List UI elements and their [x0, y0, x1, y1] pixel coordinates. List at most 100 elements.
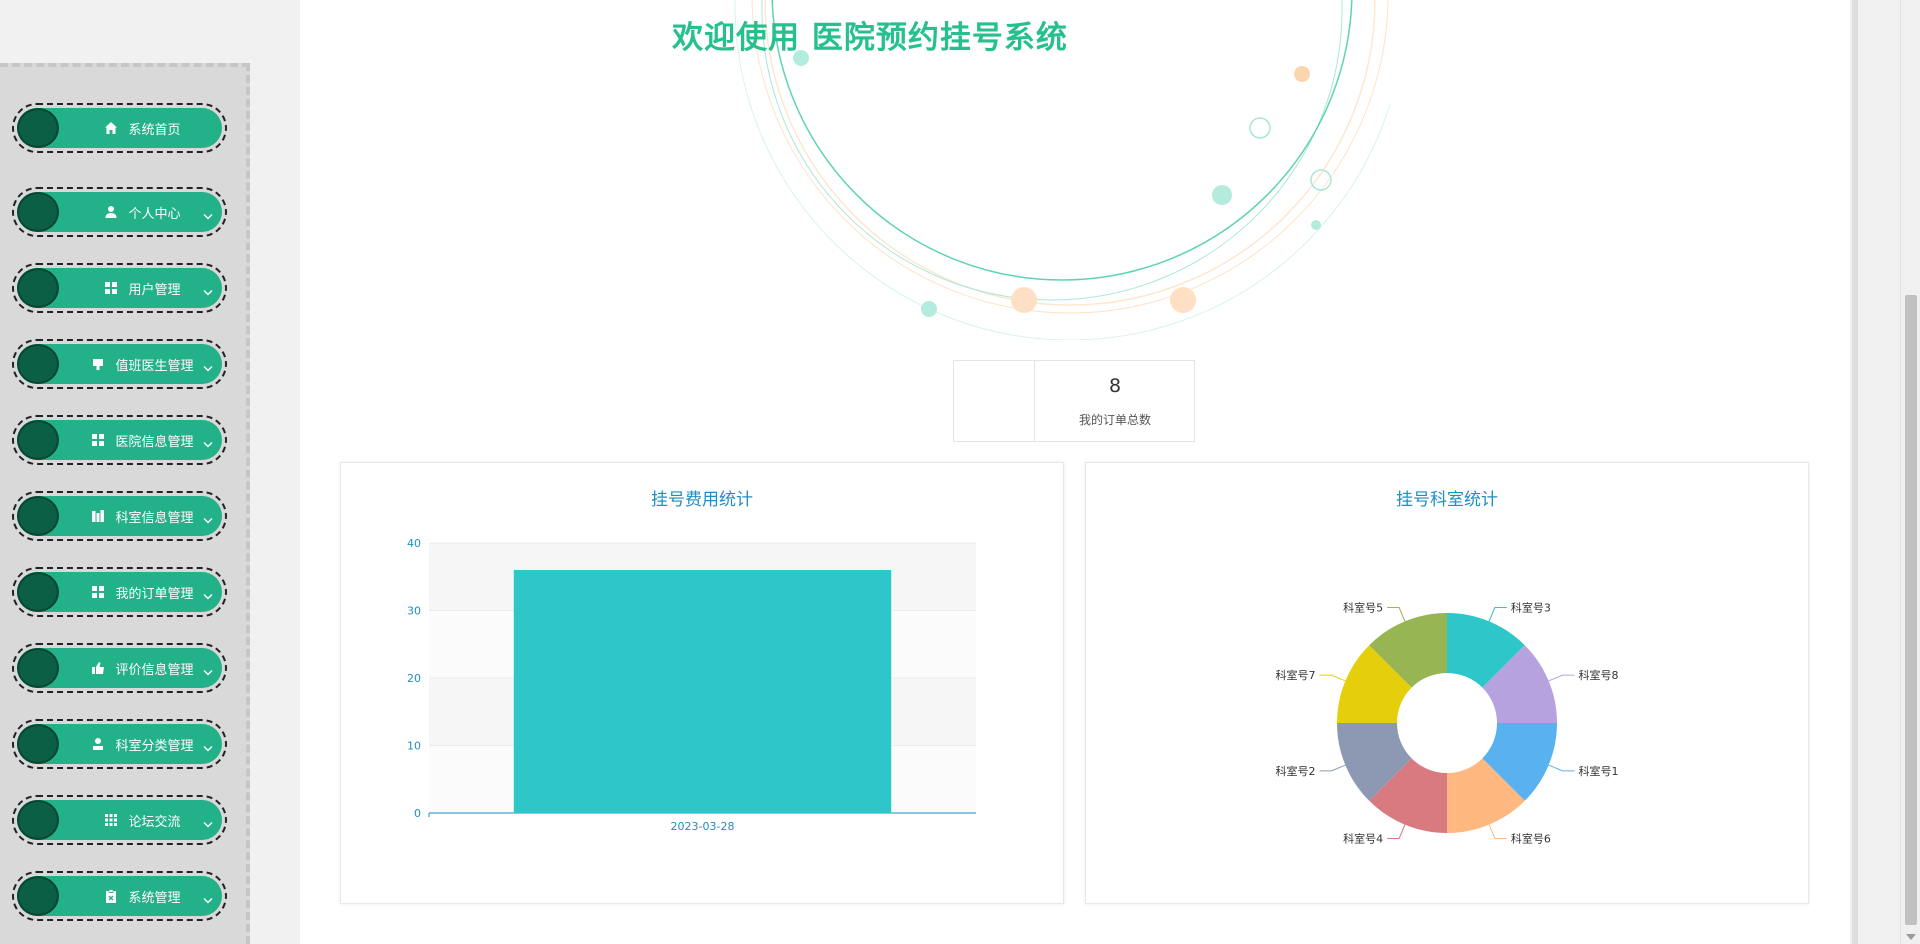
sidebar-item-content: 科室分类管理 [74, 721, 211, 767]
sidebar-item-circle [17, 420, 59, 460]
pie-leader-line [1319, 764, 1346, 772]
scrollbar-thumb[interactable] [1905, 295, 1917, 925]
chevron-down-icon[interactable] [203, 435, 213, 448]
sidebar-item-label: 个人中心 [128, 206, 181, 222]
sidebar-item-label: 科室信息管理 [115, 510, 194, 526]
pie-leader-line [1548, 674, 1575, 682]
sidebar-item-content: 我的订单管理 [74, 569, 211, 615]
apps-icon [104, 813, 118, 827]
bar-2023-03-28[interactable] [513, 570, 892, 813]
chevron-down-icon[interactable] [203, 663, 213, 676]
sidebar-item-label: 系统首页 [128, 122, 181, 138]
clipboard-x-icon [104, 889, 118, 903]
sidebar-item-content: 系统首页 [74, 105, 211, 151]
scroll-down-arrow-icon[interactable] [1906, 934, 1916, 940]
pie-slice-label: 科室号4 [1343, 831, 1383, 845]
sidebar-item-circle [17, 648, 59, 688]
y-tick-label: 20 [407, 672, 421, 685]
chevron-down-icon[interactable] [203, 587, 213, 600]
sidebar-item-4[interactable]: 值班医生管理 [12, 339, 227, 389]
card-divider [1034, 361, 1035, 441]
sidebar-item-circle [17, 496, 59, 536]
thumb-icon [91, 661, 105, 675]
sidebar-item-content: 评价信息管理 [74, 645, 211, 691]
sidebar-item-content: 用户管理 [74, 265, 211, 311]
user-icon [104, 205, 118, 219]
department-pie-chart: 科室号3 科室号8 科室号1 科室号6 科室号4 科室号2 科室号7 科室号5 [1276, 601, 1619, 846]
sidebar-item-content: 论坛交流 [74, 797, 211, 843]
page-title: 欢迎使用 医院预约挂号系统 [672, 20, 1068, 56]
chevron-down-icon[interactable] [203, 815, 213, 828]
sidebar-item-2[interactable]: 个人中心 [12, 187, 227, 237]
pie-leader-line [1488, 824, 1507, 839]
sidebar-item-label: 用户管理 [128, 282, 181, 298]
sidebar-item-circle [17, 724, 59, 764]
sidebar-item-9[interactable]: 科室分类管理 [12, 719, 227, 769]
sidebar-item-1[interactable]: 系统首页 [12, 103, 227, 153]
chevron-down-icon[interactable] [203, 511, 213, 524]
sidebar-item-label: 值班医生管理 [115, 358, 194, 374]
sidebar-item-5[interactable]: 医院信息管理 [12, 415, 227, 465]
grid-icon [91, 585, 105, 599]
sidebar-item-content: 科室信息管理 [74, 493, 211, 539]
sidebar: 系统首页个人中心用户管理值班医生管理 医院信息管理 科室信息管理 我的订单管理 评价信息… [0, 63, 250, 944]
pie-leader-line [1548, 764, 1575, 772]
sidebar-item-label: 评价信息管理 [115, 662, 194, 678]
pie-slice-label: 科室号8 [1578, 668, 1618, 682]
sidebar-item-circle [17, 268, 59, 308]
sidebar-item-10[interactable]: 论坛交流 [12, 795, 227, 845]
pie-leader-line [1488, 607, 1507, 622]
grid-icon [104, 281, 118, 295]
pie-slice-label: 科室号1 [1578, 764, 1618, 778]
sidebar-item-content: 个人中心 [74, 189, 211, 235]
order-count-label: 我的订单总数 [1078, 413, 1151, 427]
sidebar-item-label: 论坛交流 [128, 814, 181, 830]
sidebar-item-circle [17, 192, 59, 232]
sidebar-item-content: 系统管理 [74, 873, 211, 919]
sidebar-item-label: 医院信息管理 [115, 434, 194, 450]
home-icon [104, 121, 118, 135]
grid-icon [91, 433, 105, 447]
pie-leader-line [1387, 607, 1406, 622]
sidebar-item-circle [17, 800, 59, 840]
sidebar-item-label: 系统管理 [128, 890, 181, 906]
person-badge-icon [91, 737, 105, 751]
page-scrollbar[interactable] [1900, 0, 1920, 944]
sidebar-item-content: 医院信息管理 [74, 417, 211, 463]
sidebar-item-circle [17, 572, 59, 612]
chevron-down-icon[interactable] [203, 207, 213, 220]
fee-bar-chart: 0 10 20 30 40 2023-03-28 [407, 537, 976, 833]
y-tick-label: 10 [407, 740, 421, 753]
chevron-down-icon[interactable] [203, 283, 213, 296]
pie-leader-line [1319, 674, 1346, 682]
pie-slice-label: 科室号2 [1276, 764, 1316, 778]
building-icon [91, 509, 105, 523]
pie-slice-label: 科室号6 [1511, 831, 1551, 845]
pie-slice-label: 科室号5 [1343, 601, 1383, 615]
pie-slice-label: 科室号7 [1276, 668, 1316, 682]
sidebar-item-11[interactable]: 系统管理 [12, 871, 227, 921]
sidebar-item-label: 我的订单管理 [115, 586, 194, 602]
y-tick-label: 40 [407, 537, 421, 550]
sidebar-item-label: 科室分类管理 [115, 738, 194, 754]
pie-slice-label: 科室号3 [1511, 601, 1551, 615]
fee-stats-panel: 挂号费用统计 0 10 20 30 40 2023-03-28 [340, 462, 1064, 904]
department-stats-panel: 挂号科室统计 科室号3 科室号8 科室号1 科室号6 科室号4 科室号2 科室号7 科室号5 [1085, 462, 1809, 904]
pie-leader-line [1387, 824, 1406, 839]
sidebar-item-content: 值班医生管理 [74, 341, 211, 387]
y-tick-label: 0 [414, 807, 421, 820]
chevron-down-icon[interactable] [203, 891, 213, 904]
sidebar-item-circle [17, 344, 59, 384]
sidebar-item-3[interactable]: 用户管理 [12, 263, 227, 313]
sidebar-item-7[interactable]: 我的订单管理 [12, 567, 227, 617]
chevron-down-icon[interactable] [203, 359, 213, 372]
chevron-down-icon[interactable] [203, 739, 213, 752]
sidebar-item-6[interactable]: 科室信息管理 [12, 491, 227, 541]
sidebar-item-circle [17, 876, 59, 916]
order-count-card: 8 我的订单总数 [953, 360, 1195, 442]
sidebar-item-8[interactable]: 评价信息管理 [12, 643, 227, 693]
clipboard-icon [91, 357, 105, 371]
sidebar-item-circle [17, 108, 59, 148]
scrollbar-track-line [1852, 0, 1858, 944]
order-count-value: 8 [1108, 375, 1122, 397]
